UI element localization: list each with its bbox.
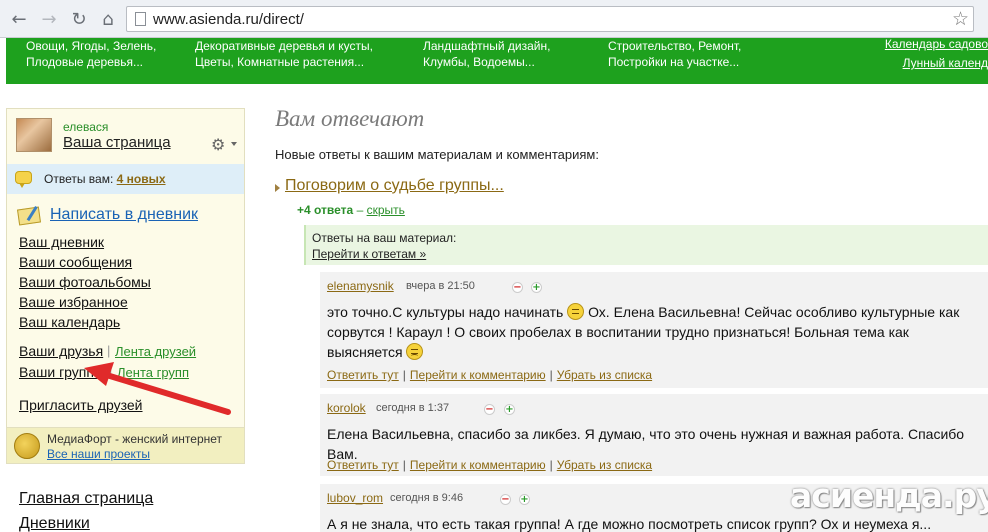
avatar[interactable]: [16, 118, 52, 152]
comment-author[interactable]: lubov_rom: [327, 491, 383, 505]
sidebar-item-albums[interactable]: Ваши фотоальбомы: [19, 274, 151, 290]
goto-replies-link[interactable]: Перейти к ответам: [312, 247, 416, 261]
user-name[interactable]: елевася: [63, 120, 108, 134]
vote-down-icon[interactable]: −: [512, 282, 523, 293]
mediafort-title: МедиаФорт - женский интернет: [47, 432, 223, 446]
forward-icon[interactable]: →: [38, 8, 60, 30]
smiley-icon: [567, 303, 585, 320]
remove-from-list-link[interactable]: Убрать из списка: [557, 458, 652, 472]
nav-vegetables-line2[interactable]: Плодовые деревья...: [26, 54, 156, 70]
speech-bubble-icon: [15, 171, 32, 188]
goto-comment-link[interactable]: Перейти к комментарию: [410, 368, 546, 382]
url-text[interactable]: www.asienda.ru/direct/: [153, 11, 304, 28]
comment-actions: Ответить тут | Перейти к комментарию | Убрат…: [327, 458, 652, 472]
notice-suffix: »: [416, 247, 427, 261]
diaries-link[interactable]: Дневники: [19, 515, 90, 532]
home-page-link[interactable]: Главная страница: [19, 490, 153, 508]
user-page-link[interactable]: Ваша страница: [63, 134, 171, 151]
vote-up-icon[interactable]: +: [531, 282, 542, 293]
reply-count: +4 ответа: [297, 203, 354, 217]
comment-item: korolok сегодня в 1:37 − + Елена Василье…: [320, 394, 988, 476]
post-title-link[interactable]: Поговорим о судьбе группы...: [285, 177, 504, 195]
nav-landscape-line2[interactable]: Клумбы, Водоемы...: [423, 54, 550, 70]
site-category-nav: Овощи, Ягоды, Зелень, Плодовые деревья..…: [6, 36, 988, 84]
separator: |: [549, 458, 553, 472]
all-projects-link[interactable]: Все наши проекты: [47, 447, 150, 461]
separator: |: [402, 458, 406, 472]
comment-text-part1: это точно.С культуры надо начинать: [327, 304, 568, 320]
home-icon[interactable]: ⌂: [97, 8, 119, 30]
sidebar-item-messages[interactable]: Ваши сообщения: [19, 254, 132, 270]
comment-text: А я не знала, что есть такая группа! А г…: [327, 516, 932, 532]
comment-time: сегодня в 1:37: [376, 402, 450, 414]
comment-text: это точно.С культуры надо начинать Ох. Е…: [327, 302, 982, 362]
replies-label: Ответы вам:: [44, 172, 114, 186]
comment-time: вчера в 21:50: [406, 280, 475, 292]
reply-here-link[interactable]: Ответить тут: [327, 368, 399, 382]
gear-icon[interactable]: ⚙: [211, 135, 225, 154]
nav-landscape-line1[interactable]: Ландшафтный дизайн,: [423, 38, 550, 54]
nav-construction-line1[interactable]: Строительство, Ремонт,: [608, 38, 741, 54]
hide-link[interactable]: скрыть: [367, 203, 405, 217]
page-title: Вам отвечают: [275, 106, 425, 131]
user-box: елевася Ваша страница ⚙: [7, 109, 244, 163]
notepad-icon: [16, 206, 42, 226]
browser-toolbar: ← → ↻ ⌂ www.asienda.ru/direct/ ☆: [0, 0, 988, 38]
vote-down-icon[interactable]: −: [484, 404, 495, 415]
vote-up-icon[interactable]: +: [519, 494, 530, 505]
separator: |: [107, 343, 111, 358]
nav-construction[interactable]: Строительство, Ремонт, Постройки на учас…: [608, 38, 741, 70]
vote-up-icon[interactable]: +: [504, 404, 515, 415]
nav-decorative-line2[interactable]: Цветы, Комнатные растения...: [195, 54, 373, 70]
reply-here-link[interactable]: Ответить тут: [327, 458, 399, 472]
page-icon: [135, 12, 146, 26]
separator: |: [402, 368, 406, 382]
notice-text: Ответы на ваш материал:: [312, 231, 457, 245]
back-icon[interactable]: ←: [8, 8, 30, 30]
vote-down-icon[interactable]: −: [500, 494, 511, 505]
nav-vegetables-line1[interactable]: Овощи, Ягоды, Зелень,: [26, 38, 156, 54]
reply-count-line: +4 ответа – скрыть: [297, 203, 405, 217]
replies-notice: Ответы вам: 4 новых: [44, 172, 166, 186]
star-icon[interactable]: ☆: [952, 8, 969, 30]
sidebar-item-calendar[interactable]: Ваш календарь: [19, 314, 120, 330]
chevron-down-icon[interactable]: [231, 142, 237, 146]
replies-count-link[interactable]: 4 новых: [117, 172, 166, 186]
garden-calendar-link[interactable]: Календарь садово: [885, 36, 988, 52]
nav-decorative-line1[interactable]: Декоративные деревья и кусты,: [195, 38, 373, 54]
goto-comment-link[interactable]: Перейти к комментарию: [410, 458, 546, 472]
mediafort-logo-icon: [14, 433, 40, 459]
replies-bar: Ответы вам: 4 новых: [7, 164, 244, 194]
sidebar-item-diary[interactable]: Ваш дневник: [19, 234, 104, 250]
comment-author[interactable]: korolok: [327, 401, 366, 415]
comment-actions: Ответить тут | Перейти к комментарию | Убрат…: [327, 368, 652, 382]
nav-vegetables[interactable]: Овощи, Ягоды, Зелень, Плодовые деревья..…: [26, 38, 156, 70]
comment-author[interactable]: elenamysnik: [327, 279, 394, 293]
replies-notice-box: Ответы на ваш материал: Перейти к ответа…: [304, 225, 988, 265]
site-watermark: асиенда.ру: [790, 476, 988, 515]
separator: |: [549, 368, 553, 382]
mediafort-box: МедиаФорт - женский интернет Все наши пр…: [7, 427, 244, 463]
write-diary-link[interactable]: Написать в дневник: [50, 206, 198, 224]
nav-decorative[interactable]: Декоративные деревья и кусты, Цветы, Ком…: [195, 38, 373, 70]
sad-smiley-icon: [406, 343, 424, 360]
page-subtitle: Новые ответы к вашим материалам и коммен…: [275, 147, 599, 162]
comment-time: сегодня в 9:46: [390, 492, 464, 504]
sidebar-item-friends[interactable]: Ваши друзья: [19, 343, 103, 359]
nav-construction-line2[interactable]: Постройки на участке...: [608, 54, 741, 70]
dash-separator: –: [356, 203, 364, 217]
triangle-right-icon: [275, 184, 280, 192]
lunar-calendar-link[interactable]: Лунный календ: [885, 55, 988, 71]
sidebar-item-favorites[interactable]: Ваше избранное: [19, 294, 128, 310]
reload-icon[interactable]: ↻: [68, 8, 90, 30]
nav-landscape[interactable]: Ландшафтный дизайн, Клумбы, Водоемы...: [423, 38, 550, 70]
comment-item: elenamysnik вчера в 21:50 − + это точно.…: [320, 272, 988, 388]
address-bar[interactable]: www.asienda.ru/direct/ ☆: [126, 6, 974, 32]
notice-goto: Перейти к ответам »: [312, 247, 426, 261]
friends-feed-link[interactable]: Лента друзей: [115, 344, 196, 359]
remove-from-list-link[interactable]: Убрать из списка: [557, 368, 652, 382]
nav-calendars: Календарь садово Лунный календ: [885, 36, 988, 71]
red-arrow-annotation: [84, 362, 231, 415]
